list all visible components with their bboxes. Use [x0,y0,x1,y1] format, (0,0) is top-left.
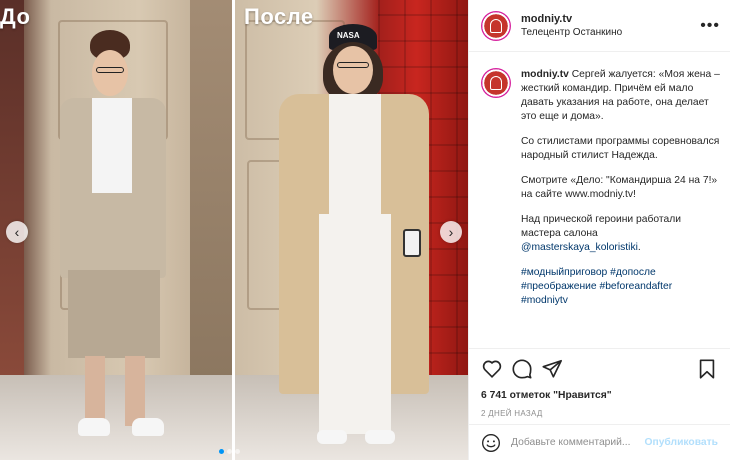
share-button[interactable] [541,358,563,380]
comment-bar: Опубликовать [469,424,730,460]
caption-paragraph-3: Смотрите «Дело: "Командирша 24 на 7!» на… [521,175,718,200]
caption-hashtags[interactable]: #модныйприговор #допосле #преображение #… [521,266,720,308]
carousel-indicator [219,449,240,454]
chevron-left-icon: ‹ [14,224,20,240]
header-location[interactable]: Телецентр Останкино [521,27,700,38]
paper-plane-icon [542,359,562,378]
instagram-post: NASA До После ‹ › modniy.tv Телецентр Ос… [0,0,730,460]
caption-area: modniy.tv Сергей жалуется: «Моя жена – ж… [469,52,730,348]
post-date[interactable]: 2 ДНЕЙ НАЗАД [469,404,730,424]
smiley-icon [482,433,500,452]
heart-icon [482,360,502,378]
after-photo: NASA [235,0,468,460]
before-photo [0,0,232,460]
post-header: modniy.tv Телецентр Останкино ••• [469,0,730,52]
caption-paragraph-2: Со стилистами программы соревновался нар… [521,136,720,161]
comment-button[interactable] [511,358,533,380]
header-username[interactable]: modniy.tv [521,13,700,25]
publish-button[interactable]: Опубликовать [644,437,718,448]
chevron-right-icon: › [448,224,454,240]
comment-icon [512,358,532,379]
carousel-dot-1 [219,449,224,454]
carousel-prev-button[interactable]: ‹ [6,221,28,243]
caption-text: modniy.tv Сергей жалуется: «Моя жена – ж… [521,68,720,348]
comment-input[interactable] [511,437,645,448]
caption-username[interactable]: modniy.tv [521,69,569,80]
caption-avatar[interactable] [481,68,511,98]
avatar[interactable] [481,10,511,41]
likes-count[interactable]: 6 741 отметок "Нравится" [469,388,730,404]
post-actions [469,348,730,388]
post-media-carousel[interactable]: NASA До После ‹ › [0,0,468,460]
carousel-dot-3 [235,449,240,454]
caption-mention[interactable]: @masterskaya_koloristiki [521,242,638,253]
carousel-dot-2 [227,449,232,454]
caption-paragraph-4: Над прической героини работали мастера с… [521,214,681,239]
more-icon[interactable]: ••• [700,17,720,35]
caption-paragraph-4-end: . [637,242,641,253]
after-label: После [244,4,314,29]
bookmark-icon [699,358,715,379]
cap-logo: NASA [337,31,360,40]
post-side-panel: modniy.tv Телецентр Останкино ••• modniy… [468,0,730,460]
emoji-button[interactable] [481,433,501,453]
before-label: До [0,4,31,29]
carousel-next-button[interactable]: › [440,221,462,243]
save-button[interactable] [696,358,718,380]
like-button[interactable] [481,358,503,380]
